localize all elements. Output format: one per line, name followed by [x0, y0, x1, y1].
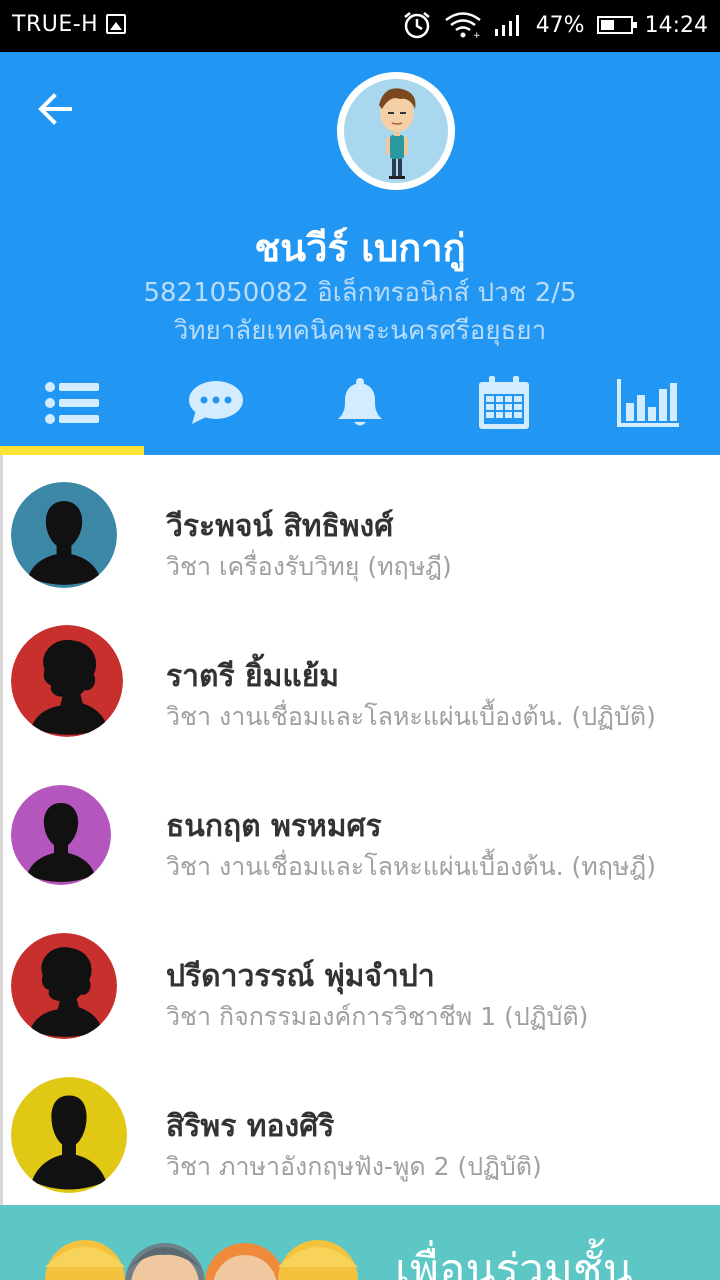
profile-header: ชนวีร์ เบกากู่ 5821050082 อิเล็กทรอนิกส์… — [0, 52, 720, 455]
teacher-list: วีระพจน์ สิทธิพงศ์ วิชา เครื่องรับวิทยุ … — [0, 455, 720, 1205]
tab-stats[interactable] — [576, 364, 720, 455]
student-name: ชนวีร์ เบกากู่ — [254, 226, 466, 270]
back-button[interactable] — [30, 84, 80, 134]
college-name: วิทยาลัยเทคนิคพระนครศรีอยุธยา — [173, 316, 547, 346]
status-icons: + 47% 14:24 — [402, 10, 708, 40]
svg-text:+: + — [473, 31, 481, 39]
teacher-subject: วิชา งานเชื่อมและโลหะแผ่นเบื้องต้น. (ทฤษ… — [166, 852, 656, 881]
list-icon — [45, 381, 99, 424]
alarm-icon — [403, 12, 430, 39]
teacher-name: ธนกฤต พรหมศร — [166, 809, 382, 844]
teacher-subject: วิชา งานเชื่อมและโลหะแผ่นเบื้องต้น. (ปฏิ… — [166, 702, 656, 731]
wifi-icon: + — [444, 12, 481, 39]
teacher-name: ปรีดาวรรณ์ พุ่มจำปา — [166, 959, 435, 994]
teacher-name: วีระพจน์ สิทธิพงศ์ — [166, 509, 394, 544]
teacher-avatar — [11, 1077, 127, 1193]
signal-icon — [494, 15, 519, 36]
carrier-label: TRUE-H — [12, 12, 99, 37]
teacher-avatar — [11, 625, 123, 737]
bell-icon — [338, 377, 382, 425]
list-item[interactable]: สิริพร ทองศิริ วิชา ภาษาอังกฤษฟัง-พูด 2 … — [3, 1055, 720, 1205]
battery-percent: 47% — [535, 12, 585, 38]
student-info: 5821050082 อิเล็กทรอนิกส์ ปวช 2/5 — [143, 278, 577, 308]
tab-notifications[interactable] — [288, 364, 432, 455]
female-silhouette-icon — [11, 625, 123, 737]
profile-avatar[interactable] — [337, 72, 455, 190]
chart-icon — [617, 378, 679, 427]
female-silhouette-icon — [11, 933, 117, 1039]
male-silhouette-icon — [11, 482, 117, 588]
cartoon-boy-avatar — [379, 88, 416, 179]
teacher-avatar — [11, 482, 117, 588]
tab-bar — [0, 364, 720, 455]
classmates-banner[interactable]: เพื่อนร่วมชั้น — [0, 1205, 720, 1280]
list-item[interactable]: ราตรี ยิ้มแย้ม วิชา งานเชื่อมและโลหะแผ่น… — [3, 605, 720, 755]
classmates-label: เพื่อนร่วมชั้น — [395, 1245, 633, 1280]
classmates-illustration-icon — [45, 1240, 358, 1280]
teacher-name: สิริพร ทองศิริ — [166, 1109, 335, 1144]
tab-chat[interactable] — [144, 364, 288, 455]
battery-icon — [596, 16, 637, 34]
image-icon — [106, 14, 126, 34]
list-item[interactable]: ธนกฤต พรหมศร วิชา งานเชื่อมและโลหะแผ่นเบ… — [3, 755, 720, 905]
teacher-name: ราตรี ยิ้มแย้ม — [166, 659, 340, 694]
teacher-avatar — [11, 785, 111, 885]
clock: 14:24 — [644, 12, 708, 38]
chat-icon — [189, 380, 243, 424]
teacher-subject: วิชา เครื่องรับวิทยุ (ทฤษฎี) — [166, 552, 452, 581]
male-silhouette-icon — [11, 1077, 127, 1193]
teacher-avatar — [11, 933, 117, 1039]
status-bar: TRUE-H + 47% 14:24 — [0, 0, 720, 52]
teacher-subject: วิชา กิจกรรมองค์การวิชาชีพ 1 (ปฏิบัติ) — [166, 1002, 589, 1031]
tab-indicator — [0, 446, 144, 455]
arrow-left-icon — [38, 93, 72, 125]
calendar-icon — [479, 375, 529, 429]
tab-teachers[interactable] — [0, 364, 144, 455]
teacher-subject: วิชา ภาษาอังกฤษฟัง-พูด 2 (ปฏิบัติ) — [166, 1152, 542, 1181]
list-item[interactable]: วีระพจน์ สิทธิพงศ์ วิชา เครื่องรับวิทยุ … — [3, 455, 720, 605]
list-item[interactable]: ปรีดาวรรณ์ พุ่มจำปา วิชา กิจกรรมองค์การว… — [3, 905, 720, 1055]
male-silhouette-icon — [11, 785, 111, 885]
tab-calendar[interactable] — [432, 364, 576, 455]
